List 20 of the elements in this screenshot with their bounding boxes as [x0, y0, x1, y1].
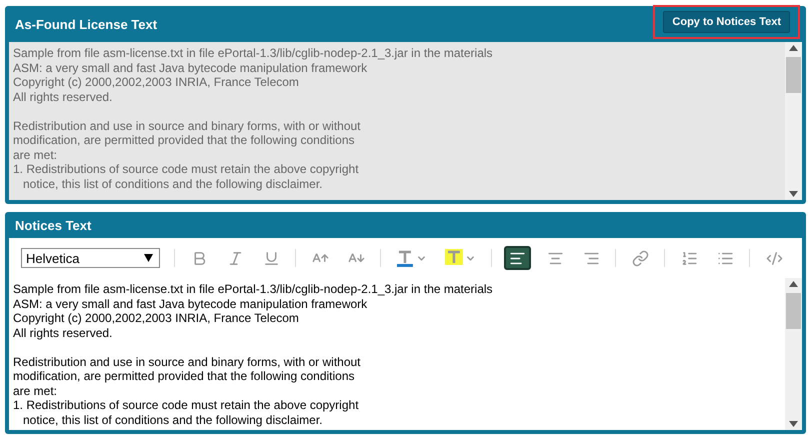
underline-icon	[262, 250, 280, 266]
numbered-list-icon	[680, 250, 698, 266]
scroll-thumb[interactable]	[786, 293, 801, 329]
panel-title: Notices Text	[15, 218, 92, 232]
scroll-thumb[interactable]	[786, 57, 801, 93]
link-icon	[632, 250, 649, 266]
scrollbar[interactable]	[785, 278, 802, 430]
text-color-icon	[396, 249, 414, 267]
dropdown-arrow-icon	[144, 254, 154, 262]
scrollbar[interactable]	[785, 42, 802, 200]
scroll-down-icon[interactable]	[789, 191, 798, 197]
align-left-button[interactable]	[504, 246, 532, 270]
scroll-down-icon[interactable]	[789, 421, 798, 427]
code-icon	[766, 250, 783, 266]
scroll-up-icon[interactable]	[789, 45, 798, 51]
scroll-up-icon[interactable]	[789, 281, 798, 287]
highlight-icon	[445, 249, 464, 267]
font-select[interactable]: Helvetica	[21, 248, 160, 268]
copy-button[interactable]: Copy to Notices Text	[663, 11, 790, 33]
panel-title: As-Found License Text	[15, 16, 158, 32]
